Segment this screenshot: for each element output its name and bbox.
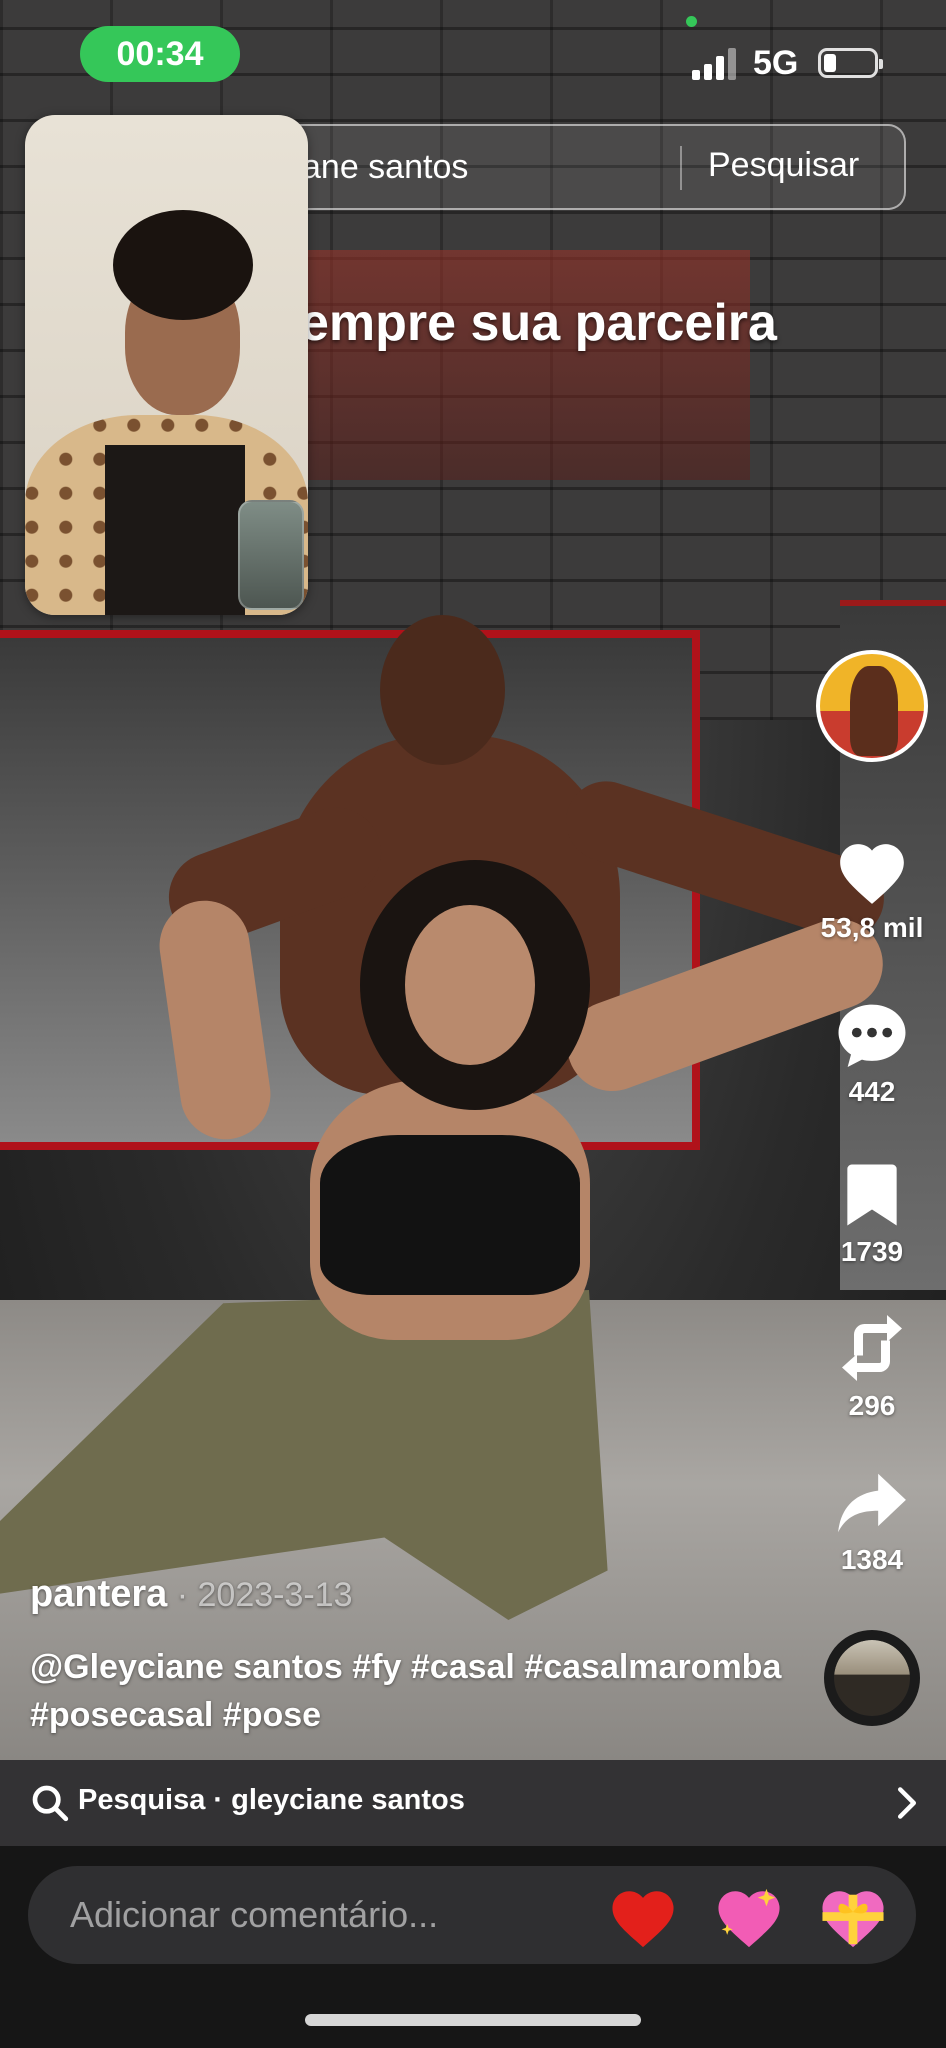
search-suggestion-text: Pesquisa · gleyciane santos xyxy=(78,1784,465,1816)
music-cover-art xyxy=(834,1640,910,1716)
facetime-pip-window[interactable] xyxy=(25,115,308,615)
chevron-right-icon xyxy=(897,1787,917,1819)
save-count: 1739 xyxy=(840,1236,904,1267)
creator-avatar[interactable] xyxy=(816,650,928,762)
camera-indicator-dot xyxy=(686,16,697,27)
author-name[interactable]: pantera xyxy=(30,1573,167,1615)
save-button[interactable]: 1739 xyxy=(810,1160,934,1268)
heart-icon xyxy=(840,844,904,904)
search-suggestion-bar[interactable]: Pesquisa · gleyciane santos xyxy=(0,1760,946,1846)
video-woman-face xyxy=(405,905,535,1065)
video-red-band xyxy=(270,250,750,480)
caption-description[interactable]: @Gleyciane santos #fy #casal #casalmarom… xyxy=(30,1643,790,1739)
repost-button[interactable]: 296 xyxy=(810,1312,934,1422)
comment-count: 442 xyxy=(848,1076,896,1107)
red-heart-emoji-button[interactable] xyxy=(608,1886,678,1950)
share-icon xyxy=(838,1473,906,1533)
pip-self-view[interactable] xyxy=(238,500,304,610)
like-button[interactable]: 53,8 mil xyxy=(810,838,934,944)
comment-button[interactable]: 442 xyxy=(810,1000,934,1108)
like-count: 53,8 mil xyxy=(820,912,924,943)
search-icon xyxy=(32,1785,69,1822)
call-time-pill[interactable]: 00:34 xyxy=(80,26,240,82)
comment-bar xyxy=(0,1846,946,2048)
video-overlay-text: empre sua parceira xyxy=(300,294,777,352)
comment-icon xyxy=(838,1004,906,1067)
post-date: · 2023-3-13 xyxy=(167,1576,353,1614)
battery-icon xyxy=(818,48,883,78)
caption-author-line: pantera · 2023-3-13 xyxy=(30,1573,353,1616)
search-button[interactable]: Pesquisar xyxy=(708,146,859,185)
video-man-head xyxy=(380,615,505,765)
pip-person-hair xyxy=(113,210,253,320)
network-type: 5G xyxy=(753,44,799,82)
bookmark-icon xyxy=(847,1164,897,1226)
signal-icon xyxy=(692,46,736,80)
repost-count: 296 xyxy=(848,1390,896,1421)
heart-with-ribbon-emoji-button[interactable] xyxy=(818,1886,888,1950)
search-divider xyxy=(680,146,682,190)
share-button[interactable]: 1384 xyxy=(810,1468,934,1576)
video-top xyxy=(320,1135,580,1295)
comment-input[interactable] xyxy=(70,1888,590,1942)
repost-icon xyxy=(842,1315,902,1381)
sparkling-heart-emoji-button[interactable] xyxy=(714,1886,784,1950)
search-query[interactable]: ane santos xyxy=(302,148,468,187)
share-count: 1384 xyxy=(840,1544,904,1575)
comment-box[interactable] xyxy=(28,1866,916,1964)
music-disc[interactable] xyxy=(824,1630,920,1726)
pip-person-shirt xyxy=(105,445,245,615)
home-indicator[interactable] xyxy=(305,2014,641,2026)
